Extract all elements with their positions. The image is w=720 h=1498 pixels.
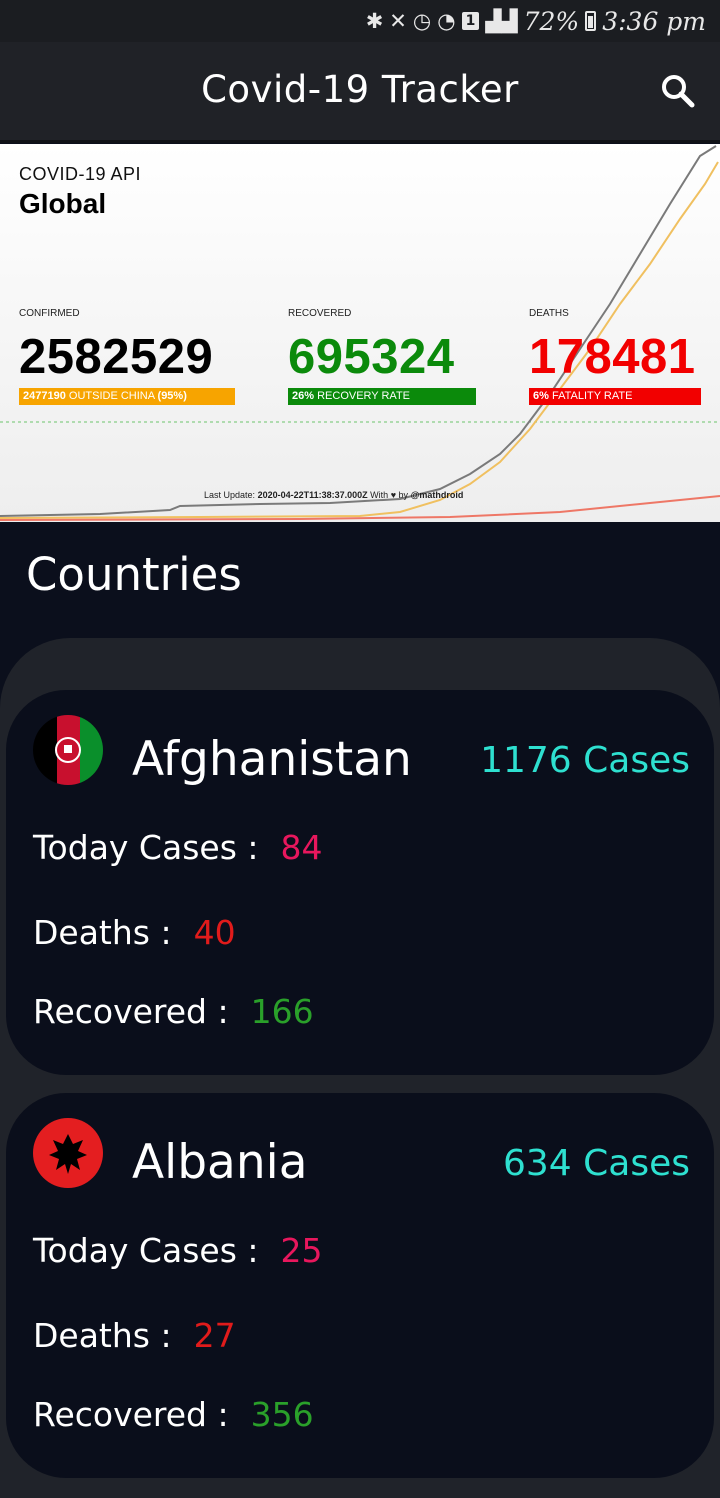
recovered-tag: 26% RECOVERY RATE: [288, 388, 476, 405]
clock: 3:36 pm: [602, 6, 706, 36]
deaths-row: Deaths : 27: [33, 1316, 236, 1355]
alarm-icon: ◷: [412, 8, 432, 33]
confirmed-tag: 2477190 OUTSIDE CHINA (95%): [19, 388, 235, 405]
recovered-stat: RECOVERED 695324 26% RECOVERY RATE: [288, 308, 476, 405]
deaths-tag-pct: 6%: [533, 390, 549, 402]
countries-list[interactable]: Afghanistan 1176 Cases Today Cases : 84 D…: [0, 638, 720, 1498]
search-icon: [662, 75, 695, 108]
update-prefix: Last Update:: [204, 490, 256, 500]
sim-badge: 1: [461, 12, 480, 30]
country-card-afghanistan[interactable]: Afghanistan 1176 Cases Today Cases : 84 D…: [6, 690, 714, 1075]
recovered-value: 695324: [288, 330, 455, 384]
albania-flag-icon: [33, 1118, 103, 1188]
confirmed-value: 2582529: [19, 330, 214, 384]
confirmed-tag-text: OUTSIDE CHINA: [68, 390, 155, 402]
signal-icon: ▟▟: [485, 8, 518, 33]
recovered-label: RECOVERED: [288, 308, 352, 319]
wifi-icon: ◔: [437, 8, 456, 33]
country-card-albania[interactable]: Albania 634 Cases Today Cases : 25 Deaths…: [6, 1093, 714, 1478]
search-button[interactable]: [660, 73, 696, 109]
app-title: Covid-19 Tracker: [201, 68, 519, 111]
heart-icon: ♥: [390, 490, 397, 500]
deaths-tag-text: FATALITY RATE: [551, 390, 633, 402]
deaths-stat: DEATHS 178481 6% FATALITY RATE: [529, 308, 701, 405]
battery-percent: 72%: [523, 6, 580, 36]
today-cases-label: Today Cases :: [33, 1231, 259, 1270]
country-name: Albania: [132, 1135, 308, 1190]
total-cases: 1176 Cases: [480, 740, 690, 781]
recovered-value: 166: [250, 992, 314, 1031]
deaths-label: DEATHS: [529, 308, 569, 319]
deaths-value: 178481: [529, 330, 696, 384]
deaths-label: Deaths :: [33, 913, 172, 952]
afghanistan-flag-icon: [33, 715, 103, 785]
confirmed-tag-count: 2477190: [23, 390, 66, 402]
update-by: by: [398, 490, 409, 500]
update-time: 2020-04-22T11:38:37.000Z: [257, 490, 368, 500]
status-bar: ✱ ✕ ◷ ◔ 1 ▟▟ 72% 3:36 pm: [0, 0, 720, 42]
deaths-label: Deaths :: [33, 1316, 172, 1355]
countries-heading: Countries: [26, 548, 242, 601]
last-update: Last Update: 2020-04-22T11:38:37.000Z Wi…: [204, 490, 463, 500]
global-stats-banner[interactable]: COVID-19 API Global CONFIRMED 2582529 24…: [0, 144, 720, 522]
today-cases-row: Today Cases : 84: [33, 828, 323, 867]
mute-icon: ✕: [389, 8, 407, 33]
confirmed-stat: CONFIRMED 2582529 2477190 OUTSIDE CHINA …: [19, 308, 235, 405]
recovered-label: Recovered :: [33, 1395, 229, 1434]
status-icons: ✱ ✕ ◷ ◔ 1 ▟▟ 72% 3:36 pm: [366, 4, 706, 38]
total-cases: 634 Cases: [502, 1143, 690, 1184]
update-with: With: [370, 490, 389, 500]
today-cases-label: Today Cases :: [33, 828, 259, 867]
recovered-label: Recovered :: [33, 992, 229, 1031]
confirmed-label: CONFIRMED: [19, 308, 80, 319]
bluetooth-icon: ✱: [365, 8, 384, 33]
recovered-tag-text: RECOVERY RATE: [317, 390, 411, 402]
recovered-row: Recovered : 166: [33, 992, 314, 1031]
update-author: @mathdroid: [410, 490, 464, 500]
battery-icon: [585, 11, 597, 31]
today-cases-row: Today Cases : 25: [33, 1231, 323, 1270]
today-cases-value: 25: [280, 1231, 323, 1270]
deaths-value: 40: [193, 913, 236, 952]
recovered-tag-pct: 26%: [292, 390, 315, 402]
recovered-row: Recovered : 356: [33, 1395, 314, 1434]
confirmed-tag-pct: (95%): [157, 390, 187, 402]
recovered-value: 356: [250, 1395, 314, 1434]
api-label: COVID-19 API: [19, 164, 142, 184]
deaths-value: 27: [193, 1316, 236, 1355]
deaths-tag: 6% FATALITY RATE: [529, 388, 701, 405]
app-bar: Covid-19 Tracker: [0, 42, 720, 143]
country-name: Afghanistan: [132, 732, 412, 787]
deaths-row: Deaths : 40: [33, 913, 236, 952]
region-title: Global: [19, 188, 107, 219]
today-cases-value: 84: [280, 828, 323, 867]
